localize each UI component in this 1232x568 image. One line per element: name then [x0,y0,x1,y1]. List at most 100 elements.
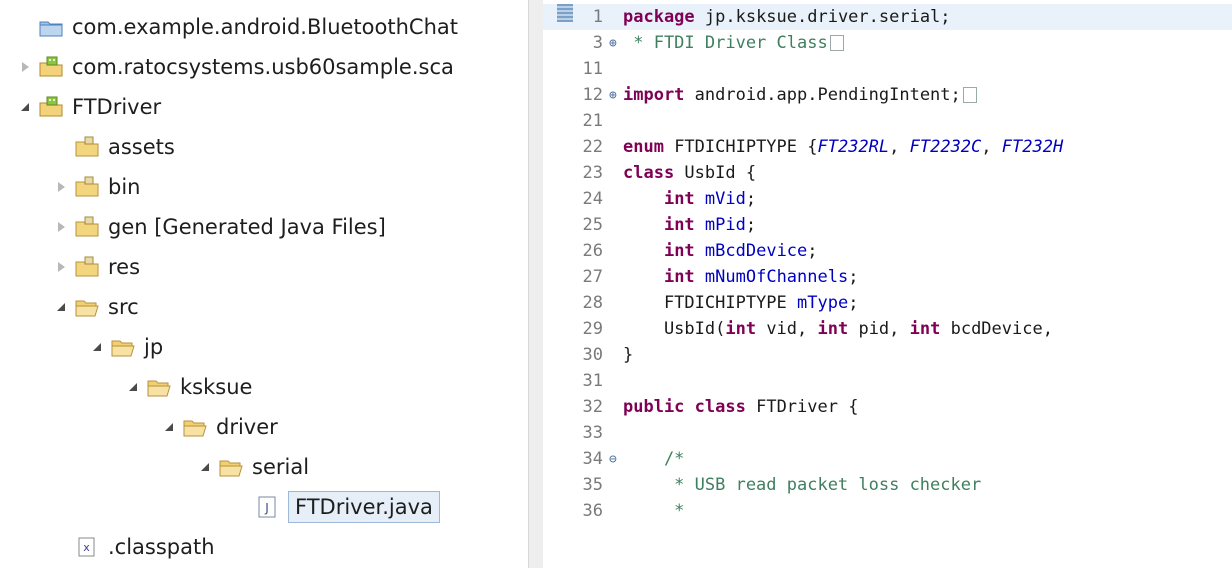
tree-item[interactable]: driver [162,412,278,442]
java-file-icon: J [254,496,280,518]
collapsed-region-icon[interactable] [962,87,977,103]
tree-item-label: .classpath [108,535,215,559]
code-text: package jp.ksksue.driver.serial; [623,7,951,27]
code-line[interactable]: 31 [543,368,1232,394]
code-token: int [725,319,757,339]
collapse-arrow-icon[interactable] [162,419,178,435]
code-token: vid, [756,319,818,339]
tree-item[interactable]: bin [54,172,140,202]
svg-text:x: x [83,541,90,554]
code-token: class [694,397,746,417]
code-line[interactable]: 24 int mVid; [543,186,1232,212]
code-text: } [623,345,633,365]
fold-expand-icon[interactable]: ⊕ [609,36,623,51]
code-token: bcdDevice, [940,319,1053,339]
package-folder-icon [74,176,100,198]
line-number: 12 [582,85,603,105]
tree-item-label: assets [108,135,175,159]
code-token: * FTDI Driver Class [623,33,828,53]
fold-expand-icon[interactable]: ⊕ [609,88,623,103]
code-text: FTDICHIPTYPE mType; [623,293,859,313]
line-number: 28 [582,293,603,313]
svg-text:J: J [264,501,269,515]
code-token: ; [807,241,818,261]
code-line[interactable]: 11 [543,56,1232,82]
code-line[interactable]: 36 * [543,498,1232,524]
line-number: 29 [582,319,603,339]
fold-collapse-icon[interactable]: ⊖ [609,452,623,467]
code-line[interactable]: 22 enum FTDICHIPTYPE {FT232RL, FT2232C, F… [543,134,1232,160]
open-folder-icon [74,296,100,318]
line-number: 33 [582,423,603,443]
expand-arrow-icon[interactable] [18,59,34,75]
line-number: 22 [582,137,603,157]
code-line[interactable]: 33 [543,420,1232,446]
code-line[interactable]: 21 [543,108,1232,134]
tree-item[interactable]: serial [198,452,309,482]
xml-file-icon: x [74,536,100,558]
collapse-arrow-icon[interactable] [198,459,214,475]
code-token: import [623,85,685,105]
code-line[interactable]: 29 UsbId(int vid, int pid, int bcdDevice… [543,316,1232,342]
code-token: /* [623,449,685,469]
code-line[interactable]: 1 package jp.ksksue.driver.serial; [543,4,1232,30]
collapse-arrow-icon[interactable] [90,339,106,355]
tree-item[interactable]: com.example.android.BluetoothChat [18,12,458,42]
collapse-arrow-icon[interactable] [54,299,70,315]
code-token: int [663,267,695,287]
code-token: , [981,137,1002,157]
package-folder-icon [74,216,100,238]
tree-item-label: driver [216,415,278,439]
code-line[interactable]: 23 class UsbId { [543,160,1232,186]
package-explorer: com.example.android.BluetoothChat com.rat… [0,0,528,568]
package-folder-icon [74,256,100,278]
tree-item[interactable]: res [54,252,140,282]
tree-item[interactable]: assets [54,132,175,162]
code-line[interactable]: 34 ⊖ /* [543,446,1232,472]
collapsed-region-icon[interactable] [829,35,844,51]
tree-item-label: src [108,295,139,319]
code-text: int mBcdDevice; [623,241,818,261]
line-number: 21 [582,111,603,131]
code-line[interactable]: 30} [543,342,1232,368]
tree-item[interactable]: jp [90,332,163,362]
code-token: enum [623,137,664,157]
pane-splitter[interactable] [528,0,543,568]
code-line[interactable]: 12 ⊕ import android.app.PendingIntent; [543,82,1232,108]
code-text: * USB read packet loss checker [623,475,981,495]
tree-item-label: FTDriver.java [288,491,440,523]
line-number: 25 [582,215,603,235]
code-line[interactable]: 25 int mPid; [543,212,1232,238]
code-token: ; [848,267,859,287]
expand-arrow-icon[interactable] [54,179,70,195]
collapse-arrow-icon[interactable] [18,99,34,115]
package-folder-icon [74,136,100,158]
tree-item-label: com.ratocsystems.usb60sample.sca [72,55,454,79]
expand-arrow-icon[interactable] [54,219,70,235]
tree-item[interactable]: J FTDriver.java [234,491,440,523]
code-line[interactable]: 28 FTDICHIPTYPE mType; [543,290,1232,316]
tree-item[interactable]: x .classpath [54,532,215,562]
java-editor[interactable]: 1 package jp.ksksue.driver.serial; 3 ⊕ * FT… [543,0,1232,568]
collapse-arrow-icon[interactable] [126,379,142,395]
tree-item[interactable]: ksksue [126,372,252,402]
code-token: mVid [704,189,746,209]
code-line[interactable]: 35 * USB read packet loss checker [543,472,1232,498]
code-line[interactable]: 27 int mNumOfChannels; [543,264,1232,290]
expand-arrow-icon[interactable] [54,259,70,275]
tree-item-label: res [108,255,141,279]
tree-item[interactable]: FTDriver [18,92,161,122]
line-number: 36 [582,501,603,521]
code-line[interactable]: 32 public class FTDriver { [543,394,1232,420]
tree-item[interactable]: gen [Generated Java Files] [54,212,386,242]
code-line[interactable]: 3 ⊕ * FTDI Driver Class [543,30,1232,56]
tree-item[interactable]: com.ratocsystems.usb60sample.sca [18,52,454,82]
tree-item[interactable]: src [54,292,139,322]
code-token: } [623,345,634,365]
code-text: import android.app.PendingIntent; [623,85,977,105]
code-line[interactable]: 26 int mBcdDevice; [543,238,1232,264]
code-token: int [909,319,941,339]
